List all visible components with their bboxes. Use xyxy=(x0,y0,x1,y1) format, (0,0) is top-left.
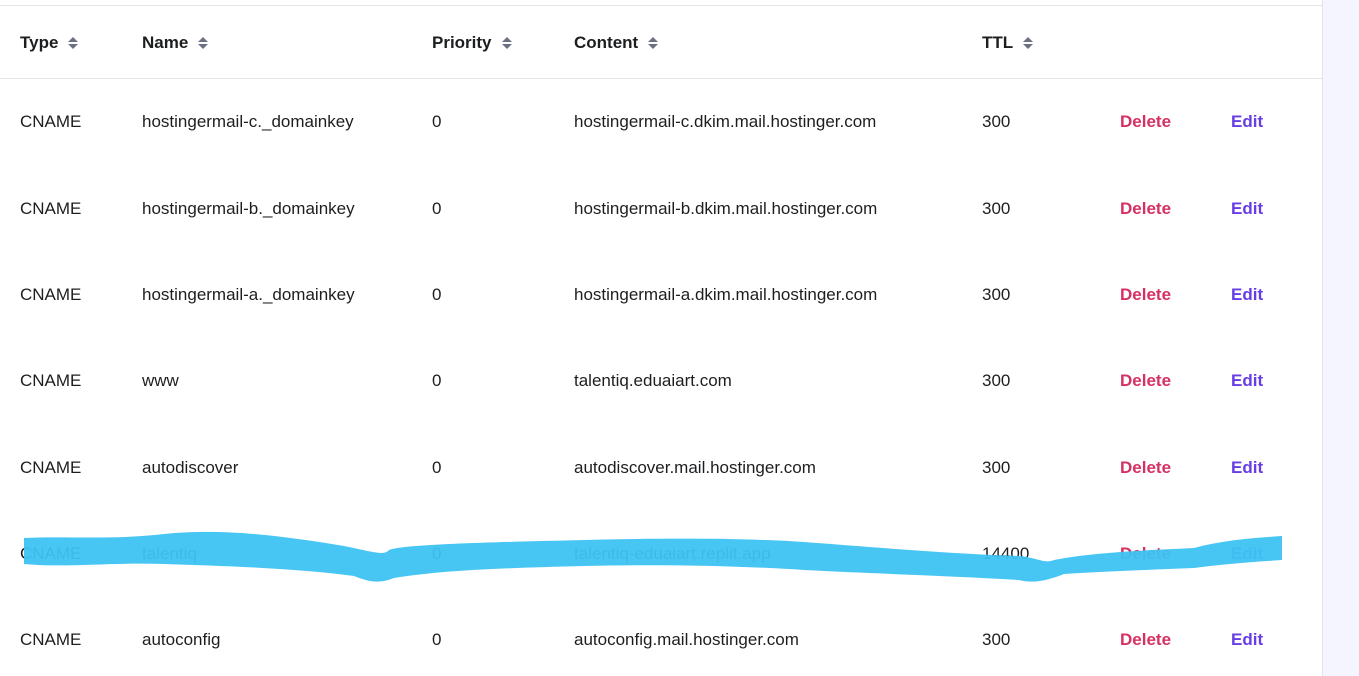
record-content: hostingermail-a.dkim.mail.hostinger.com xyxy=(574,285,878,304)
record-type: CNAME xyxy=(20,285,82,304)
record-type: CNAME xyxy=(20,371,82,390)
column-header-ttl[interactable]: TTL xyxy=(982,6,1034,79)
right-panel-background xyxy=(1322,0,1359,676)
record-name: hostingermail-b._domainkey xyxy=(142,199,355,218)
record-priority: 0 xyxy=(432,458,442,477)
edit-button[interactable]: Edit xyxy=(1231,112,1263,132)
edit-button[interactable]: Edit xyxy=(1231,544,1263,564)
record-priority: 0 xyxy=(432,630,442,649)
edit-button[interactable]: Edit xyxy=(1231,285,1263,305)
delete-button[interactable]: Delete xyxy=(1120,199,1171,219)
record-priority: 0 xyxy=(432,285,442,304)
table-row: CNAME www 0 talentiq.eduaiart.com 300 De… xyxy=(0,338,1322,424)
edit-button[interactable]: Edit xyxy=(1231,199,1263,219)
record-priority: 0 xyxy=(432,112,442,131)
record-name: hostingermail-a._domainkey xyxy=(142,285,355,304)
record-name: autoconfig xyxy=(142,630,221,649)
record-ttl: 14400 xyxy=(982,544,1030,563)
column-header-label: TTL xyxy=(982,32,1014,52)
record-type: CNAME xyxy=(20,630,82,649)
record-ttl: 300 xyxy=(982,371,1011,390)
delete-button[interactable]: Delete xyxy=(1120,458,1171,478)
record-content: hostingermail-b.dkim.mail.hostinger.com xyxy=(574,199,878,218)
table-row: CNAME autoconfig 0 autoconfig.mail.hosti… xyxy=(0,597,1322,676)
table-row: CNAME talentiq 0 talentiq-eduaiart.repli… xyxy=(0,511,1322,597)
column-header-content[interactable]: Content xyxy=(574,6,659,79)
delete-button[interactable]: Delete xyxy=(1120,285,1171,305)
record-content: hostingermail-c.dkim.mail.hostinger.com xyxy=(574,112,877,131)
record-priority: 0 xyxy=(432,199,442,218)
table-row: CNAME hostingermail-c._domainkey 0 hosti… xyxy=(0,79,1322,165)
column-header-name[interactable]: Name xyxy=(142,6,209,79)
table-row: CNAME hostingermail-b._domainkey 0 hosti… xyxy=(0,166,1322,252)
record-name: www xyxy=(142,371,179,390)
sort-icon[interactable] xyxy=(197,36,209,50)
sort-icon[interactable] xyxy=(1022,36,1034,50)
record-type: CNAME xyxy=(20,544,82,563)
record-type: CNAME xyxy=(20,199,82,218)
record-ttl: 300 xyxy=(982,285,1011,304)
record-type: CNAME xyxy=(20,112,82,131)
record-name: talentiq xyxy=(142,544,197,563)
record-ttl: 300 xyxy=(982,458,1011,477)
sort-icon[interactable] xyxy=(647,36,659,50)
record-content: autoconfig.mail.hostinger.com xyxy=(574,630,799,649)
edit-button[interactable]: Edit xyxy=(1231,630,1263,650)
column-header-label: Priority xyxy=(432,32,492,52)
record-priority: 0 xyxy=(432,544,442,563)
delete-button[interactable]: Delete xyxy=(1120,112,1171,132)
record-name: autodiscover xyxy=(142,458,239,477)
column-header-priority[interactable]: Priority xyxy=(432,6,513,79)
record-content: autodiscover.mail.hostinger.com xyxy=(574,458,816,477)
dns-records-card: Type Name Priority Content TTL CNAME hos… xyxy=(0,0,1322,676)
column-header-label: Type xyxy=(20,32,59,52)
column-header-type[interactable]: Type xyxy=(20,6,79,79)
table-header: Type Name Priority Content TTL xyxy=(0,6,1322,79)
column-header-label: Content xyxy=(574,32,639,52)
delete-button[interactable]: Delete xyxy=(1120,630,1171,650)
edit-button[interactable]: Edit xyxy=(1231,371,1263,391)
record-name: hostingermail-c._domainkey xyxy=(142,112,354,131)
sort-icon[interactable] xyxy=(501,36,513,50)
column-header-label: Name xyxy=(142,32,189,52)
record-content: talentiq-eduaiart.replit.app xyxy=(574,544,771,563)
sort-icon[interactable] xyxy=(67,36,79,50)
table-row: CNAME hostingermail-a._domainkey 0 hosti… xyxy=(0,252,1322,338)
record-content: talentiq.eduaiart.com xyxy=(574,371,732,390)
record-ttl: 300 xyxy=(982,630,1011,649)
record-priority: 0 xyxy=(432,371,442,390)
delete-button[interactable]: Delete xyxy=(1120,544,1171,564)
table-row: CNAME autodiscover 0 autodiscover.mail.h… xyxy=(0,425,1322,511)
record-ttl: 300 xyxy=(982,112,1011,131)
record-type: CNAME xyxy=(20,458,82,477)
delete-button[interactable]: Delete xyxy=(1120,371,1171,391)
edit-button[interactable]: Edit xyxy=(1231,458,1263,478)
record-ttl: 300 xyxy=(982,199,1011,218)
